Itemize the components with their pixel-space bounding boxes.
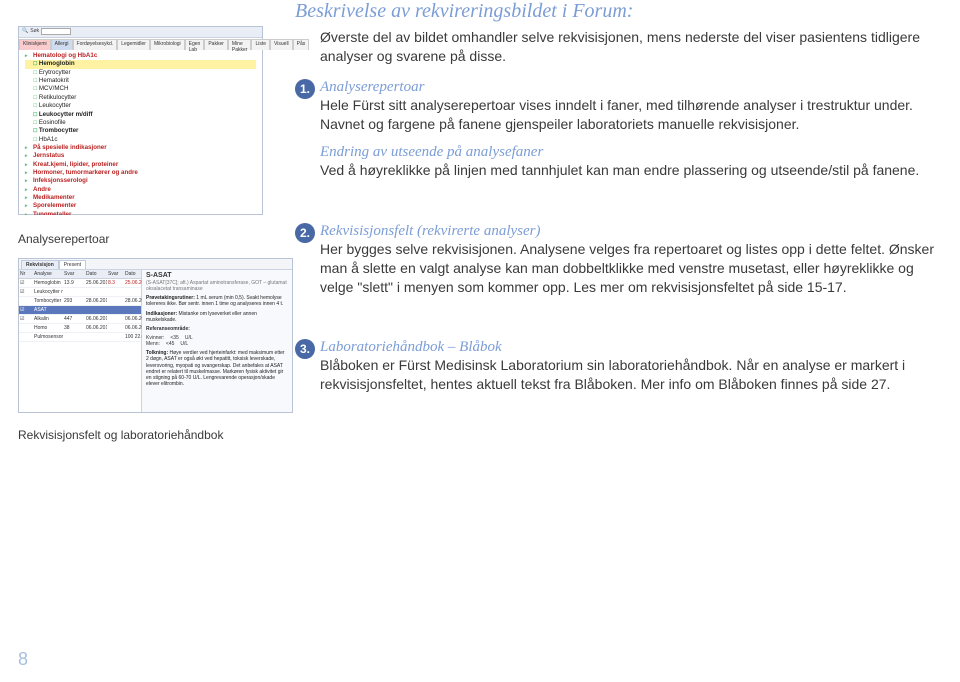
snap2-tab-2[interactable]: Present bbox=[59, 260, 86, 269]
tree-node[interactable]: Andre bbox=[25, 186, 256, 194]
snap2-table: NrAnalyseSvarDatoSvarDato ☑Hemoglobin13.… bbox=[19, 270, 142, 412]
bullet-2: 2. bbox=[295, 223, 315, 243]
table-row[interactable]: Pulmosensorisk100 22.03.2013 bbox=[19, 333, 141, 342]
table-col: Svar bbox=[63, 271, 85, 277]
tree-node[interactable]: Hormoner, tumormarkører og andre bbox=[25, 169, 256, 177]
search-input[interactable] bbox=[41, 28, 71, 35]
table-row[interactable]: Tombocytter29328.06.201228.06.2012 bbox=[19, 297, 141, 306]
screenshot-rekvisisjon: Rekvisisjon Present NrAnalyseSvarDatoSva… bbox=[18, 258, 293, 413]
tree-node[interactable]: Kreat.kjemi, lipider, proteiner bbox=[25, 161, 256, 169]
section-sub: Endring av utseende på analysefaner Ved … bbox=[320, 143, 936, 180]
detail-tolk: Høye verdier ved hjerteinfarkt: med maks… bbox=[146, 350, 285, 387]
tree-node[interactable]: Erytrocytter bbox=[25, 69, 256, 77]
tree-node[interactable]: Sporelementer bbox=[25, 202, 256, 210]
snap1-tab[interactable]: Egen Lab bbox=[185, 39, 205, 50]
table-col: Nr bbox=[19, 271, 33, 277]
bullet-3: 3. bbox=[295, 339, 315, 359]
intro-text: Øverste del av bildet omhandler selve re… bbox=[320, 28, 936, 66]
detail-ind-hdr: Indikasjoner: bbox=[146, 311, 177, 317]
section-sub-body: Ved å høyreklikke på linjen med tannhjul… bbox=[320, 161, 936, 180]
page-title: Beskrivelse av rekvireringsbildet i Foru… bbox=[295, 0, 633, 23]
tree-node[interactable]: Leukocytter m/diff bbox=[25, 111, 256, 119]
section-3-title: Laboratoriehåndbok – Blåbok bbox=[320, 339, 502, 355]
snap1-tab[interactable]: Pås bbox=[293, 39, 310, 50]
tree-node[interactable]: Trombocytter bbox=[25, 127, 256, 135]
snap1-sok: Søk bbox=[30, 28, 39, 36]
bullet-1: 1. bbox=[295, 79, 315, 99]
tree-node[interactable]: Leukocytter bbox=[25, 102, 256, 110]
snap1-tab[interactable]: Kliniskjemi bbox=[19, 39, 51, 50]
snap1-tabs: KliniskjemiAllergiFordøyelsesykd.Legemid… bbox=[19, 38, 262, 50]
tree-node[interactable]: HbA1c bbox=[25, 136, 256, 144]
snap2-tab-1[interactable]: Rekvisisjon bbox=[21, 260, 59, 269]
section-1-title: Analyserepertoar bbox=[320, 79, 424, 95]
caption-1: Analyserepertoar bbox=[18, 232, 109, 246]
table-row[interactable]: Homo3806.06.201206.06.2012 bbox=[19, 324, 141, 333]
section-1: 1. Analyserepertoar Hele Fürst sitt anal… bbox=[320, 78, 936, 134]
detail-ref-table: Kvinner:<35U/LMenn:<45U/L bbox=[146, 335, 288, 347]
snap1-tab[interactable]: Mikrobiologi bbox=[150, 39, 185, 50]
snap1-tab[interactable]: Legemidler bbox=[117, 39, 150, 50]
screenshot-repertoire: 🔍 Søk KliniskjemiAllergiFordøyelsesykd.L… bbox=[18, 26, 263, 215]
search-icon: 🔍 bbox=[22, 28, 28, 36]
snap1-toolbar: 🔍 Søk bbox=[19, 27, 262, 38]
table-col: Analyse bbox=[33, 271, 63, 277]
tree-node[interactable]: På spesielle indikasjoner bbox=[25, 144, 256, 152]
table-row[interactable]: ☑Alkalin44706.06.201206.06.2012 bbox=[19, 315, 141, 324]
detail-alt: (S-ASAT[37C]; aft.) Aspartat aminotransf… bbox=[146, 280, 288, 292]
caption-2: Rekvisisjonsfelt og laboratoriehåndbok bbox=[18, 428, 223, 442]
snap1-tab[interactable]: Liste bbox=[251, 39, 270, 50]
table-row[interactable]: ☑ASAT bbox=[19, 306, 141, 315]
section-1-body: Hele Fürst sitt analyserepertoar vises i… bbox=[320, 96, 936, 134]
snap2-detail: S-ASAT (S-ASAT[37C]; aft.) Aspartat amin… bbox=[142, 270, 292, 412]
tree-node[interactable]: Hematologi og HbA1c bbox=[25, 52, 256, 60]
page-number: 8 bbox=[18, 649, 28, 670]
section-2: 2. Rekvisisjonsfelt (rekvirerte analyser… bbox=[320, 222, 936, 297]
table-col: Svar bbox=[107, 271, 124, 277]
section-2-body: Her bygges selve rekvisisjonen. Analysen… bbox=[320, 240, 936, 297]
detail-ref-hdr: Referanseområde: bbox=[146, 326, 288, 332]
tree-node[interactable]: Infeksjonsserologi bbox=[25, 177, 256, 185]
snap1-tab[interactable]: Pakker bbox=[204, 39, 228, 50]
tree-node[interactable]: Retikulocytter bbox=[25, 94, 256, 102]
snap1-tab[interactable]: Allergi bbox=[51, 39, 73, 50]
tree-node[interactable]: Eosinofile bbox=[25, 119, 256, 127]
section-sub-title: Endring av utseende på analysefaner bbox=[320, 144, 543, 160]
snap1-tab[interactable]: Fordøyelsesykd. bbox=[73, 39, 118, 50]
tree-node[interactable]: Hematokrit bbox=[25, 77, 256, 85]
tree-node[interactable]: Jernstatus bbox=[25, 152, 256, 160]
table-row[interactable]: ☑Leukocytter m.diff bbox=[19, 288, 141, 297]
tree-node[interactable]: MCV/MCH bbox=[25, 85, 256, 93]
snap2-tabs: Rekvisisjon Present bbox=[19, 259, 292, 270]
snap1-tab[interactable]: Visuell bbox=[270, 39, 293, 50]
snap1-tree: Hematologi og HbA1cHemoglobinErytrocytte… bbox=[19, 50, 262, 215]
table-col: Dato bbox=[124, 271, 142, 277]
detail-pre-hdr: Prøvetakingsrutiner: bbox=[146, 295, 195, 301]
section-2-title: Rekvisisjonsfelt (rekvirerte analyser) bbox=[320, 223, 540, 239]
table-row[interactable]: ☑Hemoglobin13.925.06.20148.325.06.2014 bbox=[19, 279, 141, 288]
table-col: Dato bbox=[85, 271, 107, 277]
snap1-tab[interactable]: Mine Pakker bbox=[228, 39, 252, 50]
tree-node[interactable]: Medikamenter bbox=[25, 194, 256, 202]
tree-node[interactable]: Tungmetaller bbox=[25, 211, 256, 215]
tree-node[interactable]: Hemoglobin bbox=[25, 60, 256, 68]
section-3-body: Blåboken er Fürst Medisinsk Laboratorium… bbox=[320, 356, 936, 394]
detail-title: S-ASAT bbox=[146, 272, 288, 279]
section-3: 3. Laboratoriehåndbok – Blåbok Blåboken … bbox=[320, 338, 936, 394]
